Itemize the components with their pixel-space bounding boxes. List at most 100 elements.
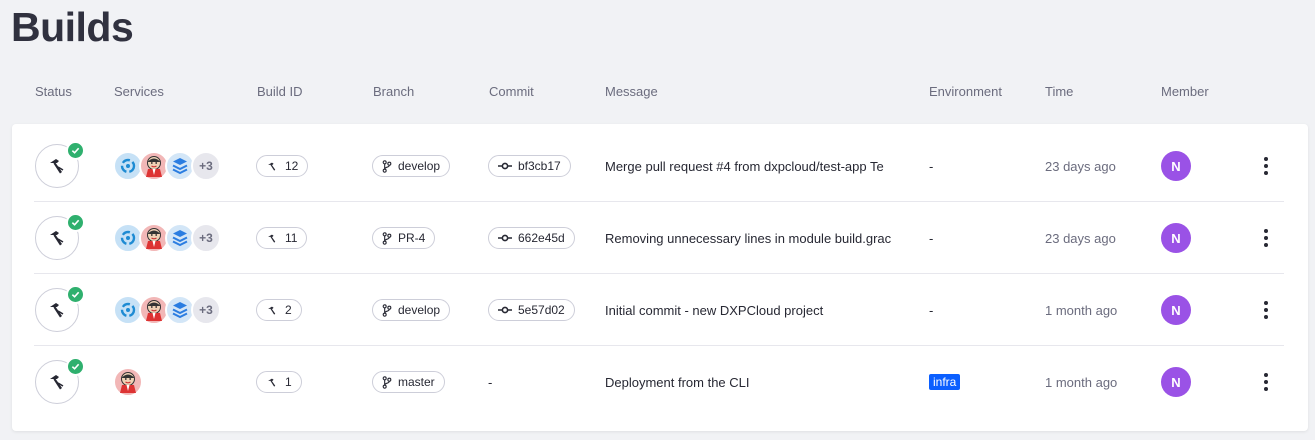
actions-cell [1256, 346, 1276, 418]
column-header-build-id[interactable]: Build ID [257, 84, 303, 99]
build-time: 1 month ago [1045, 374, 1118, 390]
branch-cell: develop [372, 274, 451, 346]
environment-cell: - [929, 274, 933, 346]
branch-name: develop [398, 303, 441, 317]
build-id-badge[interactable]: 11 [256, 227, 308, 249]
member-cell: N [1161, 346, 1191, 418]
branch-badge[interactable]: develop [372, 299, 451, 321]
commit-empty: - [488, 374, 493, 390]
avatar[interactable]: N [1161, 295, 1191, 325]
time-cell: 1 month ago [1045, 346, 1117, 418]
member-cell: N [1161, 274, 1191, 346]
build-id-cell: 11 [256, 202, 308, 274]
page-title: Builds [11, 4, 134, 50]
services-more-count[interactable]: +3 [191, 295, 221, 325]
build-id-value: 12 [285, 159, 299, 173]
services-more-count[interactable]: +3 [191, 151, 221, 181]
services-cell: +3 [113, 202, 221, 274]
actions-cell [1256, 130, 1276, 202]
commit-cell: bf3cb17 [488, 130, 571, 202]
commit-cell: 5e57d02 [488, 274, 575, 346]
column-header-time[interactable]: Time [1045, 84, 1073, 99]
column-header-status[interactable]: Status [35, 84, 72, 99]
build-status[interactable] [35, 357, 85, 404]
environment-cell: - [929, 202, 933, 274]
status-cell [35, 202, 85, 274]
services-more-count[interactable]: +3 [191, 223, 221, 253]
build-id-cell: 1 [256, 346, 302, 418]
more-actions-icon[interactable] [1256, 298, 1276, 322]
actions-cell [1256, 202, 1276, 274]
column-header-commit[interactable]: Commit [489, 84, 534, 99]
build-id-badge[interactable]: 12 [256, 155, 309, 177]
git-branch-icon [382, 159, 392, 173]
message-cell: Removing unnecessary lines in module bui… [605, 202, 901, 274]
services-list[interactable]: +3 [113, 151, 221, 181]
build-status[interactable] [35, 285, 85, 332]
build-id-badge[interactable]: 1 [256, 371, 302, 393]
build-id-value: 1 [285, 375, 292, 389]
branch-cell: PR-4 [372, 202, 436, 274]
build-id-cell: 12 [256, 130, 309, 202]
build-status[interactable] [35, 213, 85, 260]
hammer-icon [268, 162, 276, 171]
services-list[interactable]: +3 [113, 223, 221, 253]
member-cell: N [1161, 130, 1191, 202]
success-check-icon [66, 141, 85, 160]
branch-badge[interactable]: master [372, 371, 445, 393]
actions-cell [1256, 274, 1276, 346]
builds-table: +3 12 develop bf3cb17 Merge pull request… [12, 124, 1308, 431]
avatar[interactable]: N [1161, 367, 1191, 397]
branch-badge[interactable]: PR-4 [372, 227, 436, 249]
branch-badge[interactable]: develop [372, 155, 451, 177]
commit-hash: 5e57d02 [518, 303, 565, 317]
avatar[interactable]: N [1161, 223, 1191, 253]
environment-empty: - [929, 158, 934, 174]
commit-icon [498, 306, 512, 314]
commit-icon [498, 162, 512, 170]
commit-message: Removing unnecessary lines in module bui… [605, 230, 892, 246]
column-header-environment[interactable]: Environment [929, 84, 1002, 99]
table-row[interactable]: +3 12 develop bf3cb17 Merge pull request… [12, 130, 1308, 202]
environment-tag[interactable]: infra [929, 374, 961, 390]
column-header-member[interactable]: Member [1161, 84, 1209, 99]
build-id-badge[interactable]: 2 [256, 299, 302, 321]
environment-empty: - [929, 302, 934, 318]
commit-badge[interactable]: 5e57d02 [488, 299, 575, 321]
column-header-branch[interactable]: Branch [373, 84, 414, 99]
services-list[interactable] [113, 367, 143, 397]
commit-icon [498, 234, 512, 242]
more-actions-icon[interactable] [1256, 154, 1276, 178]
commit-hash: 662e45d [518, 231, 565, 245]
branch-name: develop [398, 159, 441, 173]
commit-message: Merge pull request #4 from dxpcloud/test… [605, 158, 884, 174]
time-cell: 23 days ago [1045, 202, 1116, 274]
hammer-icon [268, 306, 276, 315]
table-row[interactable]: 1 master - Deployment from the CLI infra… [12, 346, 1308, 418]
status-cell [35, 130, 85, 202]
success-check-icon [66, 357, 85, 376]
git-branch-icon [382, 375, 392, 389]
success-check-icon [66, 213, 85, 232]
services-cell: +3 [113, 274, 221, 346]
more-actions-icon[interactable] [1256, 226, 1276, 250]
build-status[interactable] [35, 141, 85, 188]
git-branch-icon [382, 303, 392, 317]
branch-cell: develop [372, 130, 451, 202]
avatar[interactable]: N [1161, 151, 1191, 181]
table-row[interactable]: +3 11 PR-4 662e45d Removing unnecessary … [12, 202, 1308, 274]
status-cell [35, 346, 85, 418]
environment-cell: - [929, 130, 933, 202]
commit-badge[interactable]: bf3cb17 [488, 155, 571, 177]
branch-cell: master [372, 346, 445, 418]
environment-cell: infra [929, 346, 961, 418]
services-cell: +3 [113, 130, 221, 202]
column-header-message[interactable]: Message [605, 84, 658, 99]
jenkins-icon [113, 367, 143, 397]
success-check-icon [66, 285, 85, 304]
services-list[interactable]: +3 [113, 295, 221, 325]
column-header-services[interactable]: Services [114, 84, 164, 99]
more-actions-icon[interactable] [1256, 370, 1276, 394]
commit-badge[interactable]: 662e45d [488, 227, 575, 249]
table-row[interactable]: +3 2 develop 5e57d02 Initial commit - ne… [12, 274, 1308, 346]
